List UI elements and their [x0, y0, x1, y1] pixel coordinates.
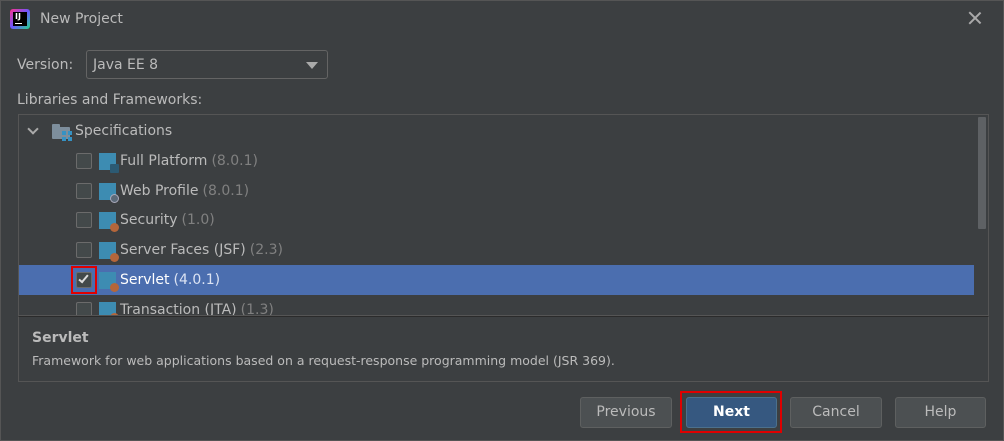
tree-item-web-profile[interactable]: Web Profile (8.0.1): [19, 176, 974, 206]
tree-item-version: (8.0.1): [211, 153, 258, 169]
tree-item-label: Security: [120, 212, 178, 228]
version-select-value: Java EE 8: [93, 57, 159, 73]
tree-item-version: (1.3): [240, 302, 274, 316]
scrollbar-thumb[interactable]: [978, 117, 986, 229]
tree-item-label: Transaction (JTA): [120, 302, 237, 316]
intellij-logo-icon: IJ: [10, 9, 30, 29]
transaction-checkbox[interactable]: [76, 302, 92, 315]
version-label: Version:: [17, 57, 74, 73]
tree-item-servlet[interactable]: Servlet (4.0.1): [19, 265, 974, 295]
tree-scrollbar[interactable]: [975, 115, 988, 315]
web-profile-icon: [99, 183, 119, 203]
transaction-icon: [99, 302, 119, 315]
servlet-icon: [99, 272, 119, 292]
description-text: Framework for web applications based on …: [32, 353, 615, 368]
web-profile-checkbox[interactable]: [76, 183, 92, 199]
tree-item-version: (2.3): [249, 242, 283, 258]
next-button-highlight-annotation: [680, 391, 782, 433]
tree-node-label: Specifications: [75, 123, 173, 139]
tree-item-version: (1.0): [181, 212, 215, 228]
chevron-down-icon[interactable]: [27, 123, 39, 135]
description-title: Servlet: [32, 330, 89, 346]
tree-item-transaction[interactable]: Transaction (JTA) (1.3): [19, 295, 974, 316]
server-faces-icon: [99, 242, 119, 262]
security-checkbox[interactable]: [76, 212, 92, 228]
folder-icon: [52, 124, 72, 141]
tree-item-label: Web Profile: [120, 183, 199, 199]
libraries-label: Libraries and Frameworks:: [17, 92, 203, 108]
tree-item-label: Full Platform: [120, 153, 208, 169]
description-panel: Servlet Framework for web applications b…: [18, 316, 989, 382]
new-project-dialog: IJ New Project Version: Java EE 8 Librar…: [0, 0, 1004, 441]
tree-item-security[interactable]: Security (1.0): [19, 205, 974, 235]
window-title: New Project: [40, 11, 123, 27]
title-bar: IJ New Project: [1, 1, 1004, 39]
full-platform-checkbox[interactable]: [76, 153, 92, 169]
help-button[interactable]: Help: [895, 397, 986, 428]
chevron-down-icon: [306, 62, 318, 69]
previous-button[interactable]: Previous: [580, 397, 672, 428]
libraries-tree[interactable]: Specifications Full Platform (8.0.1) Web …: [18, 114, 989, 316]
cancel-button[interactable]: Cancel: [790, 397, 882, 428]
server-faces-checkbox[interactable]: [76, 242, 92, 258]
full-platform-icon: [99, 153, 119, 173]
tree-item-label: Servlet: [120, 272, 170, 288]
tree-item-version: (4.0.1): [173, 272, 221, 288]
checkbox-highlight-annotation: [71, 266, 97, 294]
tree-item-version: (8.0.1): [202, 183, 250, 199]
security-icon: [99, 212, 119, 232]
tree-item-full-platform[interactable]: Full Platform (8.0.1): [19, 146, 974, 176]
tree-node-specifications[interactable]: Specifications: [19, 116, 974, 146]
close-icon[interactable]: [964, 7, 986, 29]
version-select[interactable]: Java EE 8: [86, 50, 328, 79]
tree-item-server-faces[interactable]: Server Faces (JSF) (2.3): [19, 235, 974, 265]
tree-item-label: Server Faces (JSF): [120, 242, 246, 258]
